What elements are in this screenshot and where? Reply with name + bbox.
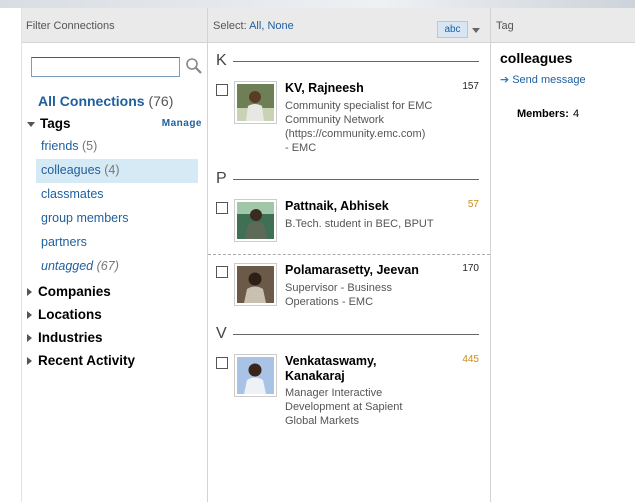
list-header: Select: All, None abc <box>208 8 490 43</box>
tag-count: (5) <box>82 139 98 153</box>
tag-title: colleagues <box>500 50 573 66</box>
headline-line: Operations - EMC <box>285 296 374 308</box>
letter-heading-k: K <box>216 52 227 69</box>
connection-count: 170 <box>462 263 479 274</box>
sort-dropdown-arrow-icon[interactable] <box>472 28 480 33</box>
members-value: 4 <box>572 108 580 120</box>
tag-label: untagged <box>41 259 94 273</box>
section-locations[interactable]: Locations <box>27 307 102 322</box>
profile-photo <box>237 202 274 239</box>
section-label: Companies <box>38 284 111 299</box>
tag-classmates[interactable]: classmates <box>36 183 198 207</box>
chevron-right-icon <box>27 357 32 366</box>
connection-headline: Supervisor - Business Operations - EMC <box>285 281 460 309</box>
section-industries[interactable]: Industries <box>27 330 103 345</box>
connection-count: 57 <box>467 199 479 210</box>
select-all-link[interactable]: All, <box>249 20 264 32</box>
chevron-down-icon <box>27 121 35 127</box>
connection-count: 445 <box>462 354 479 365</box>
tag-header: Tag <box>491 8 635 43</box>
connection-name-link[interactable]: Venkataswamy, Kanakaraj <box>285 354 377 384</box>
connection-name-link[interactable]: Polamarasetty, Jeevan <box>285 263 419 278</box>
profile-photo <box>237 84 274 121</box>
send-message-label: Send message <box>512 74 586 86</box>
headline-line: Global Markets <box>285 415 359 427</box>
filter-header: Filter Connections <box>22 8 207 43</box>
headline-line: Manager Interactive <box>285 387 383 399</box>
connection-count: 157 <box>462 81 479 92</box>
letter-heading-p: P <box>216 170 227 187</box>
select-checkbox[interactable] <box>216 202 228 214</box>
divider <box>233 61 479 62</box>
headline-line: Community Network <box>285 114 385 126</box>
tag-label: friends <box>41 139 79 153</box>
headline-line: Development at Sapient <box>285 401 403 413</box>
tag-friends[interactable]: friends (5) <box>36 135 198 159</box>
section-companies[interactable]: Companies <box>27 284 111 299</box>
all-connections-label: All Connections <box>38 93 145 109</box>
send-message-link[interactable]: ➔ Send message <box>500 73 586 86</box>
name-line: Venkataswamy, <box>285 354 377 368</box>
tag-count: (67) <box>96 259 119 273</box>
top-banner <box>0 0 635 8</box>
all-connections-count: (76) <box>148 93 174 109</box>
select-checkbox[interactable] <box>216 84 228 96</box>
headline-line: (https://community.emc.com) <box>285 128 426 140</box>
tag-count: (4) <box>104 163 120 177</box>
divider <box>233 334 479 335</box>
profile-photo <box>237 357 274 394</box>
members-count: Members: 4 <box>517 108 579 120</box>
tag-label: group members <box>41 211 129 225</box>
tag-label: colleagues <box>41 163 101 177</box>
search-icon[interactable] <box>185 57 203 75</box>
section-label: Locations <box>38 307 102 322</box>
row-divider <box>208 254 490 255</box>
connection-headline: Manager Interactive Development at Sapie… <box>285 386 460 428</box>
tag-label: partners <box>41 235 87 249</box>
arrow-right-icon: ➔ <box>500 74 510 86</box>
connection-name-link[interactable]: KV, Rajneesh <box>285 81 364 96</box>
chevron-right-icon <box>27 334 32 343</box>
tag-detail-panel: Tag colleagues ➔ Send message Members: 4 <box>491 8 635 502</box>
filter-panel: Filter Connections All Connections (76) … <box>21 8 208 502</box>
tag-label: classmates <box>41 187 104 201</box>
tag-group-members[interactable]: group members <box>36 207 198 231</box>
members-label: Members: <box>517 108 569 120</box>
headline-line: B.Tech. student in BEC, BPUT <box>285 218 434 230</box>
section-label: Industries <box>38 330 103 345</box>
connection-headline: B.Tech. student in BEC, BPUT <box>285 217 460 231</box>
chevron-right-icon <box>27 311 32 320</box>
avatar[interactable] <box>234 263 277 306</box>
name-line: Kanakaraj <box>285 369 345 383</box>
manage-tags-link[interactable]: Manage <box>162 118 202 129</box>
select-none-link[interactable]: None <box>267 20 293 32</box>
connection-headline: Community specialist for EMC Community N… <box>285 99 460 155</box>
avatar[interactable] <box>234 354 277 397</box>
search-input[interactable] <box>31 57 180 77</box>
tags-label: Tags <box>40 116 71 131</box>
tag-colleagues[interactable]: colleagues (4) <box>36 159 198 183</box>
profile-photo <box>237 266 274 303</box>
headline-line: Supervisor - Business <box>285 282 392 294</box>
avatar[interactable] <box>234 81 277 124</box>
letter-heading-v: V <box>216 325 227 342</box>
section-recent-activity[interactable]: Recent Activity <box>27 353 135 368</box>
divider <box>233 179 479 180</box>
avatar[interactable] <box>234 199 277 242</box>
tag-untagged[interactable]: untagged (67) <box>36 255 198 279</box>
tags-section-toggle[interactable]: Tags <box>27 116 71 131</box>
headline-line: - EMC <box>285 142 317 154</box>
all-connections-link[interactable]: All Connections (76) <box>38 93 173 109</box>
sort-button[interactable]: abc <box>437 21 468 38</box>
select-checkbox[interactable] <box>216 266 228 278</box>
tag-partners[interactable]: partners <box>36 231 198 255</box>
select-checkbox[interactable] <box>216 357 228 369</box>
connection-name-link[interactable]: Pattnaik, Abhisek <box>285 199 389 214</box>
chevron-right-icon <box>27 288 32 297</box>
headline-line: Community specialist for EMC <box>285 100 433 112</box>
select-label: Select: <box>213 20 247 32</box>
section-label: Recent Activity <box>38 353 136 368</box>
connections-list-panel: Select: All, None abc K KV, Rajneesh 157… <box>208 8 491 502</box>
